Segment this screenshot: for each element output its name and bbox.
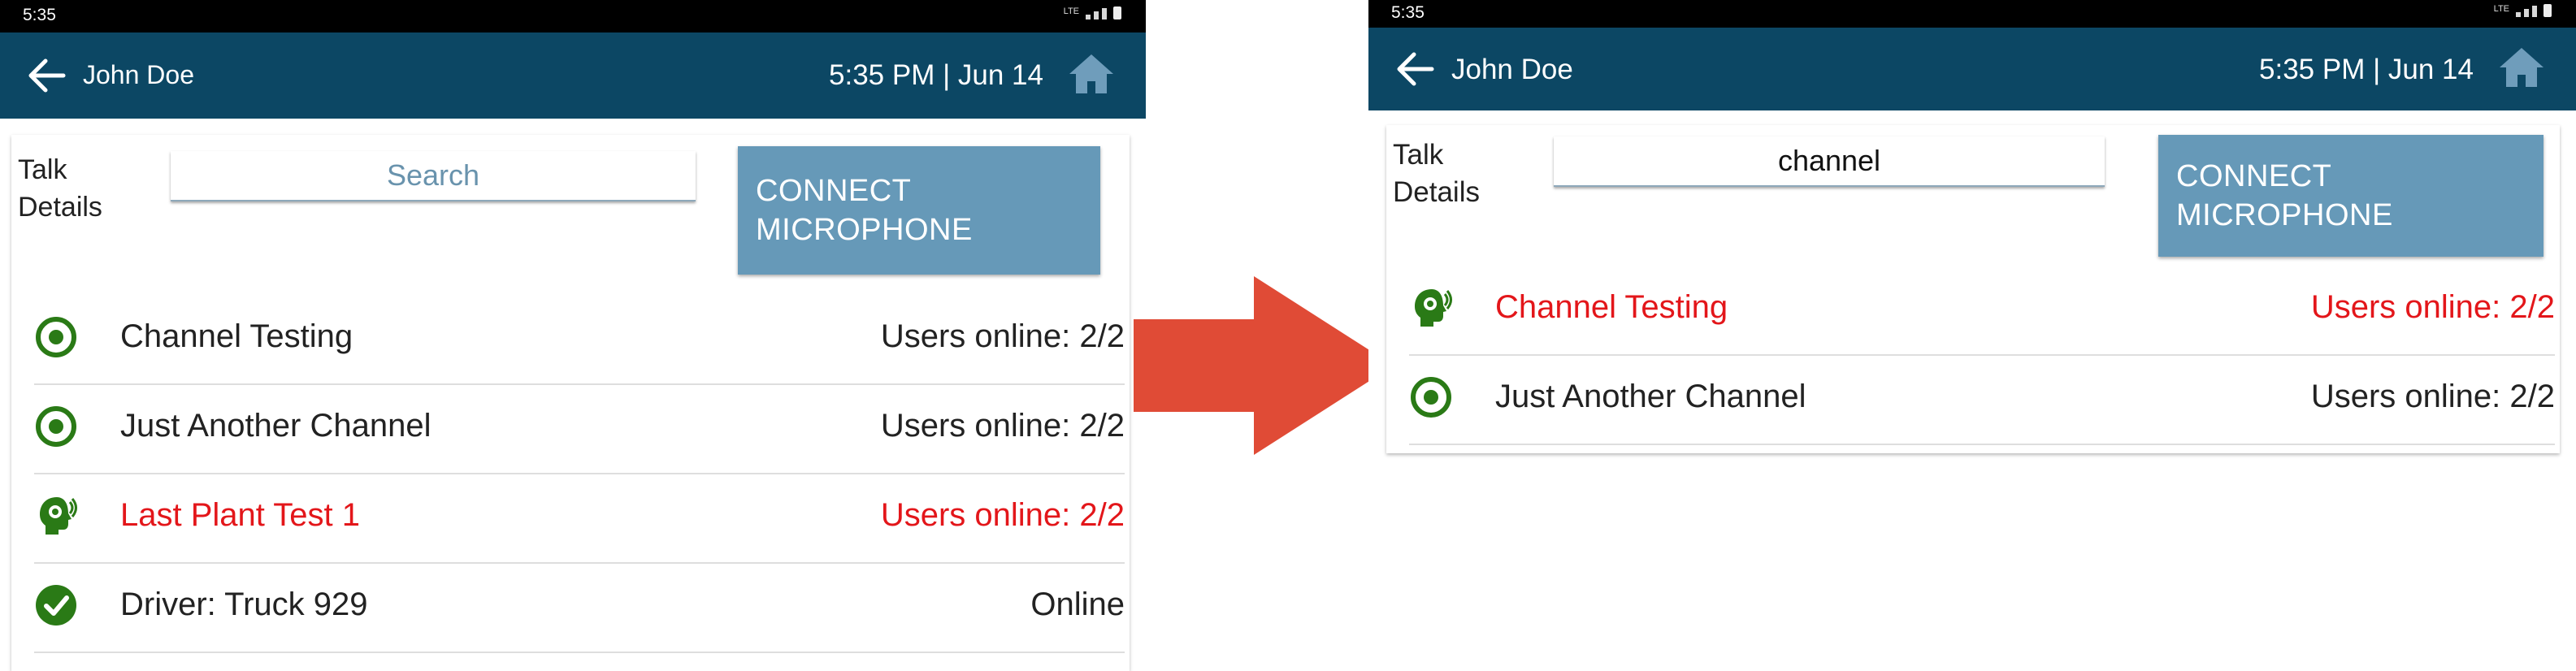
channel-name: Just Another Channel: [1495, 379, 1806, 414]
talk-details-label: Talk Details: [18, 154, 102, 223]
app-bar: John Doe 5:35 PM | Jun 14: [1368, 28, 2576, 110]
channel-name: Driver: Truck 929: [120, 587, 368, 622]
check-circle-icon: [34, 583, 78, 627]
channel-list: Channel Testing Users online: 2/2 Just Ano…: [1386, 266, 2560, 445]
connect-microphone-button[interactable]: CONNECT MICROPHONE: [2158, 135, 2543, 257]
status-time: 5:35: [1391, 3, 1425, 22]
channel-row[interactable]: Just Another Channel Users online: 2/2: [1409, 356, 2555, 445]
channel-status: Users online: 2/2: [2310, 289, 2555, 325]
channel-status: Users online: 2/2: [2310, 379, 2555, 414]
channel-row[interactable]: Last Plant Test 1 Users online: 2/2: [34, 474, 1125, 564]
talking-head-icon: [34, 494, 78, 538]
system-icons: LTE: [2494, 4, 2552, 17]
screen-before: 5:35 LTE John Doe 5:35 PM | Jun 14 Talk …: [0, 0, 1146, 671]
transition-arrow-icon: [1134, 276, 1394, 455]
user-name: John Doe: [1451, 54, 1573, 85]
talk-details-label: Talk Details: [1393, 139, 1480, 208]
channel-row[interactable]: Channel Testing Users online: 2/2: [34, 296, 1125, 385]
search-field[interactable]: [171, 151, 696, 201]
lte-icon: LTE: [2493, 4, 2509, 14]
battery-icon: [1113, 6, 1121, 19]
back-arrow-icon[interactable]: [1394, 49, 1435, 89]
app-bar: John Doe 5:35 PM | Jun 14: [0, 32, 1146, 119]
connect-microphone-button[interactable]: CONNECT MICROPHONE: [738, 146, 1100, 275]
datetime: 5:35 PM | Jun 14: [829, 59, 1043, 91]
status-bar: 5:35 LTE: [1368, 0, 2576, 28]
target-icon: [34, 405, 78, 448]
home-icon[interactable]: [2498, 45, 2545, 89]
channel-status: Online: [1030, 587, 1125, 622]
channel-list: Channel Testing Users online: 2/2 Just Ano…: [11, 296, 1130, 653]
talking-head-icon: [1409, 286, 1453, 330]
channel-name: Just Another Channel: [120, 408, 432, 444]
battery-icon: [2543, 4, 2552, 17]
channel-status: Users online: 2/2: [880, 497, 1125, 533]
back-arrow-icon[interactable]: [26, 55, 67, 96]
channel-status: Users online: 2/2: [880, 318, 1125, 354]
target-icon: [34, 315, 78, 359]
talk-panel: Talk Details CONNECT MICROPHONE Channel …: [1386, 125, 2560, 453]
channel-name: Channel Testing: [120, 318, 353, 354]
channel-name: Last Plant Test 1: [120, 497, 360, 533]
talk-panel: Talk Details CONNECT MICROPHONE Channel …: [11, 135, 1130, 671]
lte-icon: LTE: [1063, 6, 1079, 16]
search-input[interactable]: [171, 158, 696, 193]
user-name: John Doe: [83, 60, 194, 89]
screen-after: 5:35 LTE John Doe 5:35 PM | Jun 14 Talk …: [1368, 0, 2576, 671]
datetime: 5:35 PM | Jun 14: [2259, 54, 2474, 85]
status-time: 5:35: [23, 6, 56, 24]
target-icon: [1409, 375, 1453, 419]
channel-status: Users online: 2/2: [880, 408, 1125, 444]
channel-name: Channel Testing: [1495, 289, 1728, 325]
status-bar: 5:35 LTE: [0, 0, 1146, 32]
signal-icon: [2516, 12, 2521, 17]
channel-row[interactable]: Just Another Channel Users online: 2/2: [34, 385, 1125, 474]
home-icon[interactable]: [1068, 52, 1115, 96]
channel-row[interactable]: Channel Testing Users online: 2/2: [1409, 266, 2555, 356]
search-input[interactable]: [1554, 143, 2105, 179]
search-field[interactable]: [1554, 136, 2105, 187]
channel-row[interactable]: Driver: Truck 929 Online: [34, 564, 1125, 653]
system-icons: LTE: [1064, 6, 1121, 19]
signal-icon: [1086, 15, 1091, 19]
